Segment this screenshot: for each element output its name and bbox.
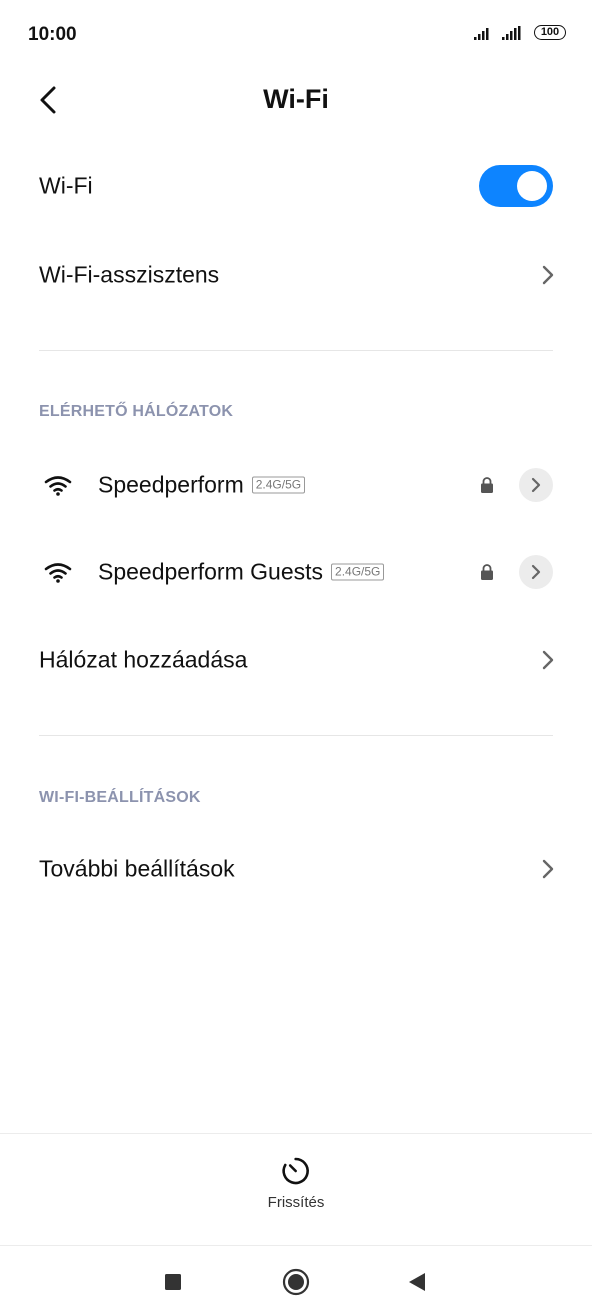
band-badge: 2.4G/5G xyxy=(251,476,306,494)
battery-icon: 100 xyxy=(534,25,566,40)
wifi-signal-icon xyxy=(44,476,72,496)
chevron-right-icon xyxy=(531,564,541,580)
network-name-group: Speedperform 2.4G/5G xyxy=(98,471,306,499)
back-nav-button[interactable] xyxy=(407,1272,427,1292)
network-name: Speedperform xyxy=(98,471,244,498)
lock-icon xyxy=(481,564,493,580)
refresh-button[interactable]: Frissítés xyxy=(267,1156,325,1211)
wifi-settings-screen: 10:00 100 Wi-Fi Wi-Fi Wi-Fi-asszisztens … xyxy=(0,0,592,1316)
header: Wi-Fi xyxy=(0,70,592,130)
square-recents-icon xyxy=(165,1273,181,1290)
wifi-assistant-row[interactable]: Wi-Fi-asszisztens xyxy=(0,232,592,318)
status-bar: 10:00 100 xyxy=(0,0,592,70)
network-name-group: Speedperform Guests 2.4G/5G xyxy=(98,558,385,586)
add-network-row[interactable]: Hálózat hozzáadása xyxy=(0,617,592,703)
toggle-knob xyxy=(517,171,547,201)
wifi-settings-header: WI-FI-BEÁLLÍTÁSOK xyxy=(39,789,201,806)
add-network-label: Hálózat hozzáadása xyxy=(39,646,248,673)
triangle-back-icon xyxy=(409,1272,425,1291)
network-details-button[interactable] xyxy=(519,468,553,502)
navigation-bar xyxy=(0,1245,592,1316)
network-details-button[interactable] xyxy=(519,555,553,589)
signal-icon xyxy=(502,25,521,40)
status-icons: 100 xyxy=(474,25,566,40)
wifi-toggle-row[interactable]: Wi-Fi xyxy=(0,143,592,229)
status-time: 10:00 xyxy=(28,24,77,45)
wifi-toggle-switch[interactable] xyxy=(479,165,553,207)
divider xyxy=(39,735,553,736)
lock-icon xyxy=(481,477,493,493)
more-settings-row[interactable]: További beállítások xyxy=(0,826,592,912)
chevron-right-icon xyxy=(531,477,541,493)
wifi-toggle-label: Wi-Fi xyxy=(39,172,93,199)
more-settings-label: További beállítások xyxy=(39,855,235,882)
signal-icon xyxy=(474,27,489,40)
available-networks-header: ELÉRHETŐ HÁLÓZATOK xyxy=(39,403,234,420)
home-button[interactable] xyxy=(282,1268,310,1296)
band-badge: 2.4G/5G xyxy=(331,563,385,581)
page-title: Wi-Fi xyxy=(263,84,329,114)
chevron-right-icon xyxy=(542,265,554,285)
network-row-speedperform-guests[interactable]: Speedperform Guests 2.4G/5G xyxy=(0,529,592,615)
chevron-right-icon xyxy=(542,859,554,879)
refresh-label: Frissítés xyxy=(267,1194,325,1211)
chevron-right-icon xyxy=(542,650,554,670)
wifi-assistant-label: Wi-Fi-asszisztens xyxy=(39,261,220,288)
recents-button[interactable] xyxy=(164,1273,182,1291)
network-name: Speedperform Guests xyxy=(98,558,324,585)
divider xyxy=(39,350,553,351)
circle-home-icon xyxy=(282,1268,310,1295)
network-row-speedperform[interactable]: Speedperform 2.4G/5G xyxy=(0,442,592,528)
bottom-action-bar: Frissítés xyxy=(0,1133,592,1246)
refresh-icon xyxy=(282,1157,310,1185)
wifi-signal-icon xyxy=(44,563,72,583)
